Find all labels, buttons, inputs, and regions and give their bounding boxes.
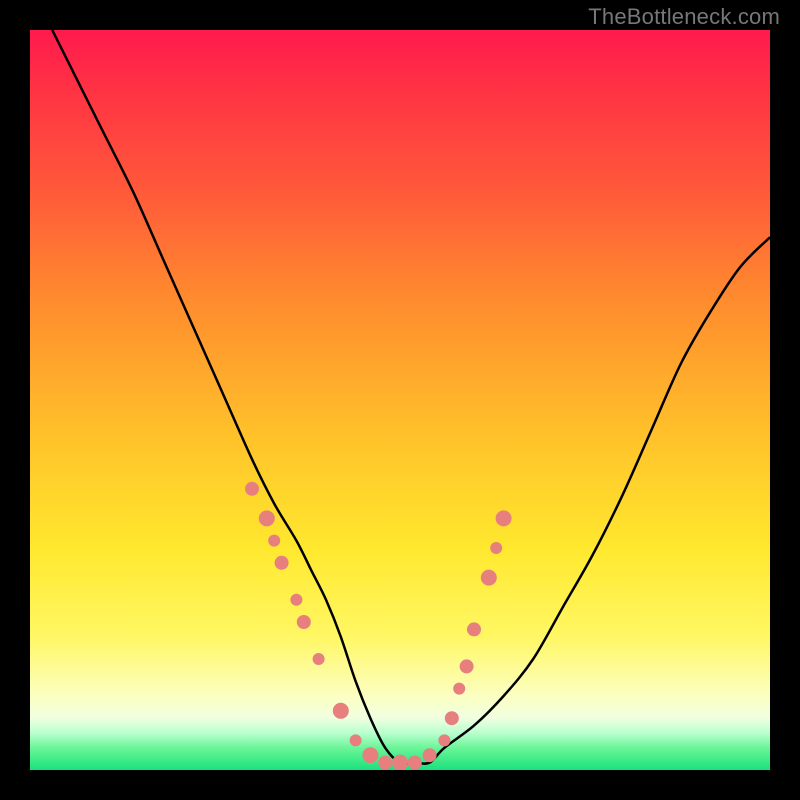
data-marker: [290, 594, 302, 606]
data-marker: [453, 683, 465, 695]
data-marker: [297, 615, 311, 629]
data-marker: [313, 653, 325, 665]
chart-stage: TheBottleneck.com: [0, 0, 800, 800]
data-marker: [378, 756, 392, 770]
data-marker: [275, 556, 289, 570]
data-marker: [350, 734, 362, 746]
data-marker: [460, 659, 474, 673]
data-marker: [333, 703, 349, 719]
data-marker: [445, 711, 459, 725]
data-marker: [392, 755, 408, 770]
curve-layer: [30, 30, 770, 770]
data-marker: [481, 570, 497, 586]
data-marker: [362, 747, 378, 763]
data-marker: [408, 756, 422, 770]
plot-area: [30, 30, 770, 770]
data-marker: [423, 748, 437, 762]
bottleneck-curve: [52, 30, 770, 764]
data-marker: [438, 734, 450, 746]
data-marker: [259, 510, 275, 526]
data-marker: [245, 482, 259, 496]
data-marker: [467, 622, 481, 636]
watermark-text: TheBottleneck.com: [588, 4, 780, 30]
data-marker: [268, 535, 280, 547]
data-marker: [490, 542, 502, 554]
data-marker: [496, 510, 512, 526]
